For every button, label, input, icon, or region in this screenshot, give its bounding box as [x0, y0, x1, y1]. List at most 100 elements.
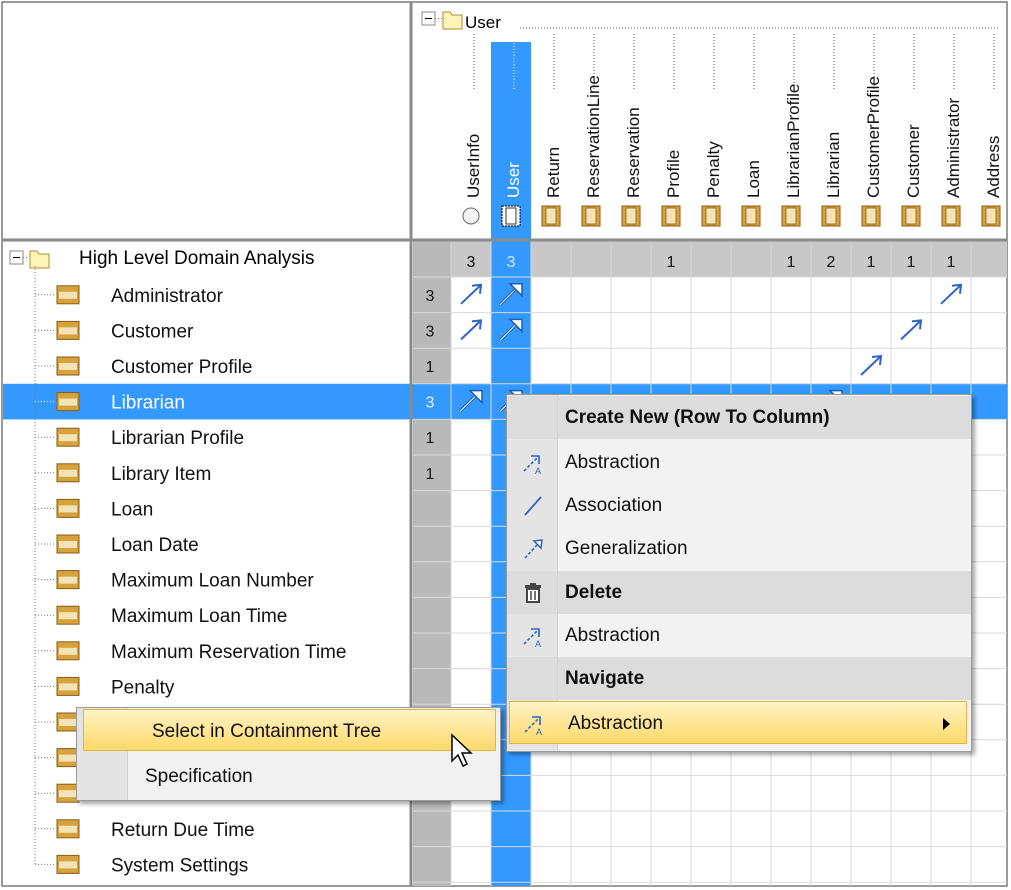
- context-menu-item-generalization[interactable]: Generalization: [507, 527, 971, 570]
- svg-text:A: A: [535, 466, 541, 475]
- row-return-due-time[interactable]: Return Due Time: [35, 819, 255, 841]
- row-maximum-loan-time[interactable]: Maximum Loan Time: [35, 605, 287, 627]
- menu-item-label: Create New (Row To Column): [565, 407, 830, 428]
- column-label: Return: [544, 147, 563, 198]
- svg-text:A: A: [536, 727, 542, 736]
- class-icon-inner: [59, 327, 77, 335]
- class-icon-inner: [745, 207, 757, 225]
- column-group-label: User: [465, 13, 501, 32]
- column-total: 3: [507, 254, 516, 271]
- class-icon-inner: [59, 754, 77, 762]
- row-label: Customer: [111, 321, 194, 342]
- abstraction-icon: A: [524, 716, 542, 736]
- menu-item-label: Navigate: [565, 668, 645, 689]
- submenu-item-specification[interactable]: Specification: [77, 755, 500, 797]
- column-label: Administrator: [944, 98, 963, 198]
- row-label: Customer Profile: [111, 357, 253, 378]
- row-total: 3: [426, 288, 435, 305]
- class-icon-inner: [59, 291, 77, 299]
- class-icon-inner: [625, 207, 637, 225]
- class-icon-inner: [545, 207, 557, 225]
- row-loan-date[interactable]: Loan Date: [35, 534, 199, 556]
- menu-item-label: Abstraction: [568, 713, 664, 734]
- class-icon-inner: [785, 207, 797, 225]
- class-icon-inner: [865, 207, 877, 225]
- dependency-matrix-window: User UserInfo 3 User 3 Return ReservationLine R…: [0, 0, 1011, 890]
- column-label: Address: [984, 136, 1003, 198]
- column-label: User: [504, 162, 523, 198]
- column-label: ReservationLine: [584, 75, 603, 198]
- class-icon-inner: [59, 576, 77, 584]
- class-icon-inner: [905, 207, 917, 225]
- row-label: Maximum Loan Time: [111, 606, 287, 627]
- class-icon-inner: [705, 207, 717, 225]
- row-label: Librarian Profile: [111, 428, 244, 449]
- submenu-arrow-icon: [943, 718, 950, 730]
- class-icon-inner: [59, 612, 77, 620]
- menu-item-label: Select in Containment Tree: [152, 721, 382, 742]
- column-total: 3: [467, 254, 476, 271]
- column-label: Reservation: [624, 107, 643, 198]
- class-icon-inner: [59, 505, 77, 513]
- context-menu-item-navigate: Navigate: [507, 657, 971, 700]
- menu-item-label: Abstraction: [565, 452, 661, 473]
- row-label: Loan: [111, 499, 153, 520]
- svg-text:A: A: [535, 639, 541, 648]
- context-menu-item-abstraction[interactable]: A Abstraction: [507, 441, 971, 484]
- row-total: 1: [426, 466, 435, 483]
- menu-item-label: Specification: [145, 766, 253, 787]
- menu-item-label: Abstraction: [565, 625, 661, 646]
- column-total: 1: [867, 254, 876, 271]
- column-label: LibrarianProfile: [784, 84, 803, 198]
- row-group-label: High Level Domain Analysis: [79, 248, 315, 269]
- column-total: 1: [667, 254, 676, 271]
- context-menu-item-abstraction[interactable]: A Abstraction: [507, 614, 971, 657]
- row-total: 1: [426, 430, 435, 447]
- menu-item-label: Association: [565, 495, 663, 516]
- class-icon-inner: [59, 647, 77, 655]
- row-total: 1: [426, 359, 435, 376]
- trash-icon: [525, 583, 541, 603]
- column-total: 2: [827, 254, 836, 271]
- row-system-settings[interactable]: System Settings: [35, 854, 248, 876]
- column-label: CustomerProfile: [864, 76, 883, 198]
- generalization-icon: [524, 539, 543, 559]
- column-total: 1: [907, 254, 916, 271]
- column-label: Penalty: [704, 141, 723, 198]
- column-label: Loan: [744, 160, 763, 198]
- row-label: Return Due Time: [111, 820, 255, 841]
- context-menu-item-association[interactable]: Association: [507, 484, 971, 527]
- row-label: System Settings: [111, 855, 248, 876]
- context-menu-item-abstraction[interactable]: A Abstraction: [509, 701, 967, 744]
- column-label: Customer: [904, 124, 923, 198]
- class-icon-inner: [505, 207, 517, 225]
- context-menu: Create New (Row To Column) A Abstraction As…: [506, 394, 972, 752]
- abstraction-icon: A: [523, 455, 541, 475]
- header-gutter: [507, 396, 558, 439]
- class-icon-inner: [59, 825, 77, 833]
- column-total: 1: [787, 254, 796, 271]
- class-icon-inner: [665, 207, 677, 225]
- navigate-submenu: Select in Containment Tree Specification: [76, 707, 501, 801]
- row-maximum-loan-number[interactable]: Maximum Loan Number: [35, 570, 314, 592]
- class-icon-inner: [985, 207, 997, 225]
- interface-icon: [462, 207, 480, 225]
- row-label: Maximum Reservation Time: [111, 642, 346, 663]
- class-icon-inner: [59, 363, 77, 370]
- context-menu-item-create-new-row-to-column: Create New (Row To Column): [507, 396, 971, 439]
- class-icon-inner: [59, 790, 77, 798]
- row-total: 3: [426, 323, 435, 340]
- class-icon-inner: [59, 398, 77, 406]
- folder-icon: [29, 250, 50, 269]
- submenu-item-select-in-containment-tree[interactable]: Select in Containment Tree: [83, 709, 496, 751]
- row-label: Librarian: [111, 393, 185, 414]
- class-icon-inner: [59, 469, 77, 477]
- class-icon-inner: [59, 434, 77, 442]
- menu-item-label: Generalization: [565, 538, 688, 559]
- abstraction-icon: A: [523, 628, 541, 648]
- class-icon-inner: [585, 207, 597, 225]
- row-label: Maximum Loan Number: [111, 571, 314, 592]
- class-icon-inner: [59, 861, 77, 869]
- class-icon-inner: [59, 541, 77, 548]
- column-label: UserInfo: [464, 134, 483, 198]
